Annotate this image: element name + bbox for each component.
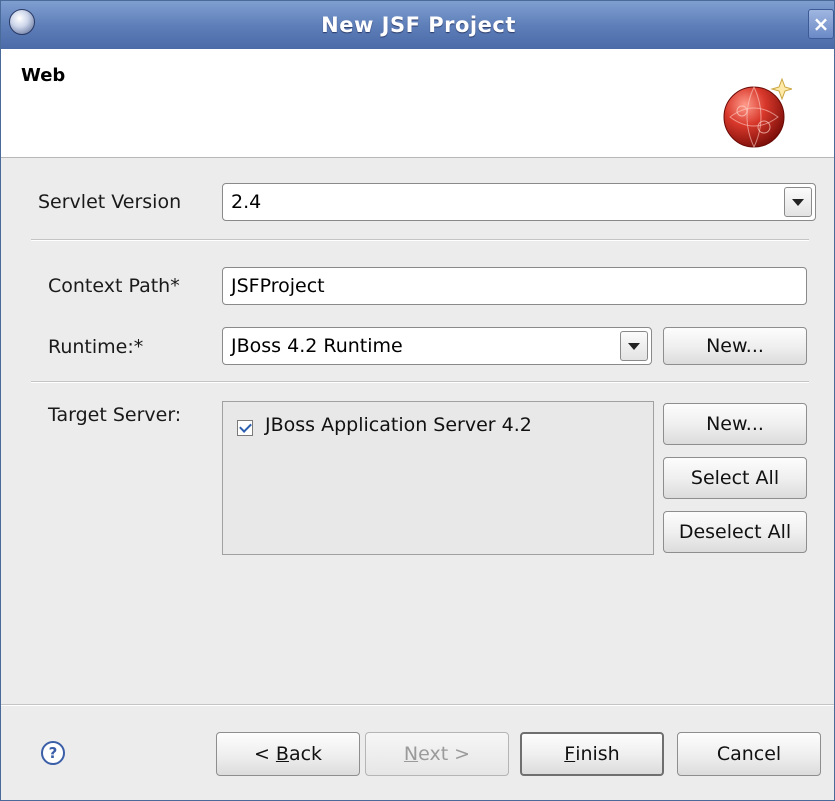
window-title: New JSF Project (321, 13, 516, 37)
target-server-label: Target Server: (48, 404, 182, 426)
wizard-globe-icon (723, 77, 792, 149)
help-icon[interactable]: ? (41, 741, 65, 765)
next-rest: ext > (418, 743, 471, 765)
servlet-version-value: 2.4 (231, 191, 262, 213)
servlet-version-select[interactable]: 2.4 (222, 183, 816, 221)
chevron-down-icon (628, 342, 640, 350)
back-prefix: < (253, 743, 276, 765)
title-bar[interactable]: New JSF Project × (1, 1, 834, 50)
back-button[interactable]: < Back (216, 732, 360, 776)
cancel-button[interactable]: Cancel (677, 732, 821, 776)
dialog-window: New JSF Project × Web Servlet Version 2.… (0, 0, 835, 801)
context-path-input[interactable]: JSFProject (222, 267, 807, 305)
context-path-value: JSFProject (231, 275, 325, 297)
runtime-dropdown-button[interactable] (620, 331, 648, 361)
divider (1, 704, 834, 706)
finish-mnemonic: F (564, 743, 576, 765)
runtime-select[interactable]: JBoss 4.2 Runtime (222, 327, 652, 365)
back-rest: ack (288, 743, 323, 765)
divider (31, 239, 809, 241)
next-button[interactable]: Next > (365, 732, 509, 776)
runtime-value: JBoss 4.2 Runtime (231, 335, 403, 357)
target-server-item-label: JBoss Application Server 4.2 (265, 414, 532, 436)
runtime-label: Runtime:* (48, 336, 144, 358)
wizard-header: Web (1, 49, 834, 158)
context-path-label: Context Path* (48, 275, 180, 297)
next-mnemonic: N (403, 743, 419, 765)
target-server-new-button[interactable]: New... (663, 403, 807, 445)
select-all-button[interactable]: Select All (663, 457, 807, 499)
target-server-list[interactable]: JBoss Application Server 4.2 (222, 401, 654, 555)
close-button[interactable]: × (808, 9, 834, 39)
deselect-all-button[interactable]: Deselect All (663, 511, 807, 553)
servlet-version-label: Servlet Version (38, 191, 182, 213)
servlet-version-dropdown-button[interactable] (784, 187, 812, 217)
divider (31, 381, 809, 383)
finish-rest: inish (575, 743, 620, 765)
back-mnemonic: B (275, 743, 289, 765)
runtime-new-button[interactable]: New... (663, 327, 807, 365)
finish-button[interactable]: Finish (520, 732, 664, 776)
page-title: Web (21, 65, 66, 86)
chevron-down-icon (792, 198, 804, 206)
target-server-checkbox[interactable] (237, 420, 253, 436)
